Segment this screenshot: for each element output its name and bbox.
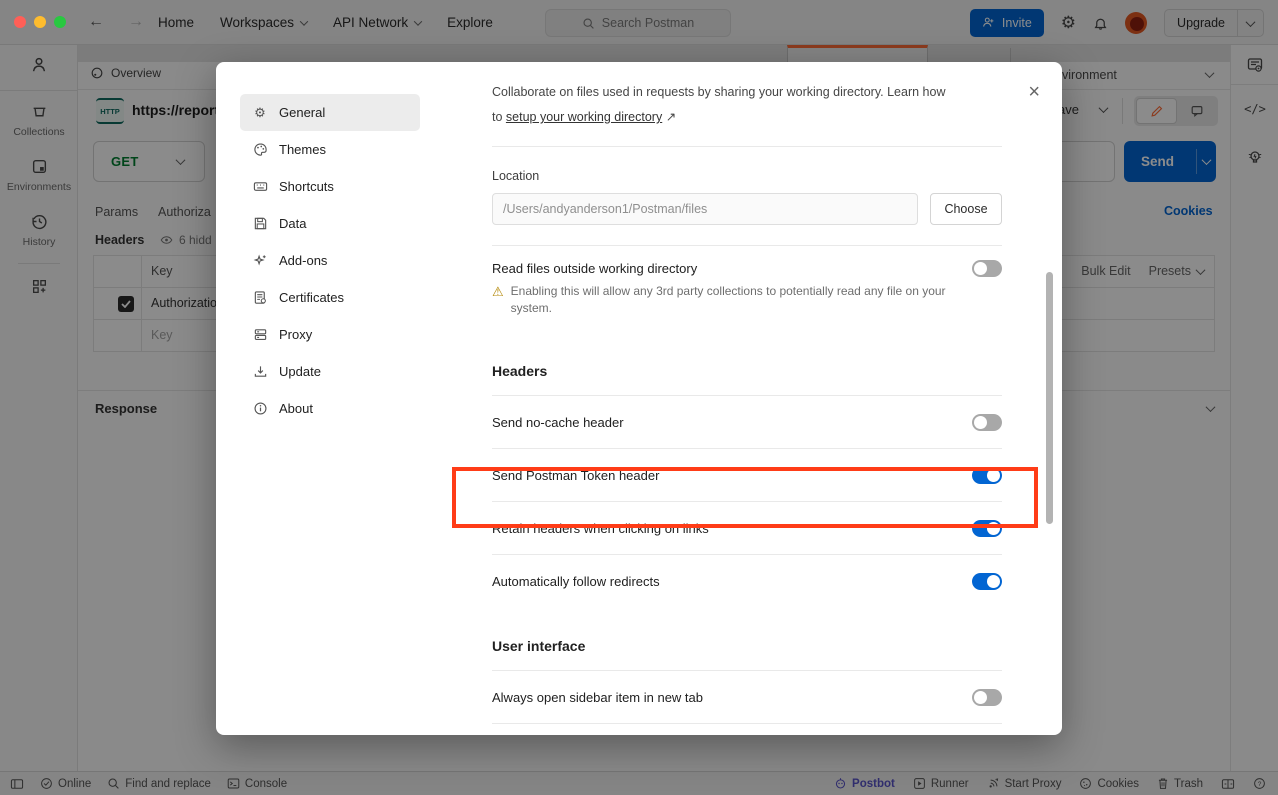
setting-row-no-cache: Send no-cache header bbox=[492, 395, 1002, 448]
modal-scrollbar[interactable] bbox=[1046, 272, 1053, 524]
info-circle-icon bbox=[252, 401, 268, 416]
highlight-box bbox=[452, 467, 1038, 528]
window-controls bbox=[14, 16, 66, 28]
settings-nav-data[interactable]: Data bbox=[240, 205, 420, 242]
location-input[interactable]: /Users/andyanderson1/Postman/files bbox=[492, 193, 918, 225]
settings-nav-general[interactable]: ⚙ General bbox=[240, 94, 420, 131]
follow-redirects-toggle[interactable] bbox=[972, 573, 1002, 590]
sidebar-new-tab-toggle[interactable] bbox=[972, 689, 1002, 706]
proxy-server-icon bbox=[252, 327, 268, 342]
settings-nav-update[interactable]: Update bbox=[240, 353, 420, 390]
gear-icon: ⚙ bbox=[252, 105, 268, 121]
settings-nav: ⚙ General Themes Shortcuts Data bbox=[240, 94, 420, 427]
close-icon[interactable]: × bbox=[1028, 82, 1040, 102]
themes-palette-icon bbox=[252, 142, 268, 157]
settings-content: Collaborate on files used in requests by… bbox=[492, 62, 1002, 735]
read-files-warning: ⚠ Enabling this will allow any 3rd party… bbox=[492, 283, 962, 317]
divider bbox=[492, 245, 1002, 246]
settings-nav-themes[interactable]: Themes bbox=[240, 131, 420, 168]
settings-nav-certificates[interactable]: Certificates bbox=[240, 279, 420, 316]
divider bbox=[492, 146, 1002, 147]
certificate-icon bbox=[252, 290, 268, 305]
location-label: Location bbox=[492, 169, 1002, 183]
setting-row-follow-redirects: Automatically follow redirects bbox=[492, 554, 1002, 607]
no-cache-toggle[interactable] bbox=[972, 414, 1002, 431]
setting-row-ask-closing-tabs: Always ask when closing unsaved tabs bbox=[492, 723, 1002, 735]
close-window-button[interactable] bbox=[14, 16, 26, 28]
settings-nav-proxy[interactable]: Proxy bbox=[240, 316, 420, 353]
settings-nav-about[interactable]: About bbox=[240, 390, 420, 427]
keyboard-icon bbox=[252, 179, 268, 194]
minimize-window-button[interactable] bbox=[34, 16, 46, 28]
download-update-icon bbox=[252, 364, 268, 379]
zoom-window-button[interactable] bbox=[54, 16, 66, 28]
sparkle-icon bbox=[252, 253, 268, 268]
read-files-label: Read files outside working directory bbox=[492, 261, 697, 276]
headers-section-title: Headers bbox=[492, 363, 1002, 379]
setting-row-sidebar-new-tab: Always open sidebar item in new tab bbox=[492, 670, 1002, 723]
ui-section-title: User interface bbox=[492, 638, 1002, 654]
read-files-toggle[interactable] bbox=[972, 260, 1002, 277]
working-directory-intro: Collaborate on files used in requests by… bbox=[492, 62, 952, 130]
external-link-arrow-icon: ↗ bbox=[666, 110, 676, 124]
postman-app: ← → Home Workspaces API Network Explore … bbox=[0, 0, 1278, 795]
choose-button[interactable]: Choose bbox=[930, 193, 1002, 225]
settings-nav-shortcuts[interactable]: Shortcuts bbox=[240, 168, 420, 205]
data-floppy-icon bbox=[252, 216, 268, 231]
warning-icon: ⚠ bbox=[492, 283, 504, 317]
settings-nav-add-ons[interactable]: Add-ons bbox=[240, 242, 420, 279]
setup-working-directory-link[interactable]: setup your working directory bbox=[506, 110, 662, 124]
settings-modal: × ⚙ General Themes Shortcuts bbox=[216, 62, 1062, 735]
